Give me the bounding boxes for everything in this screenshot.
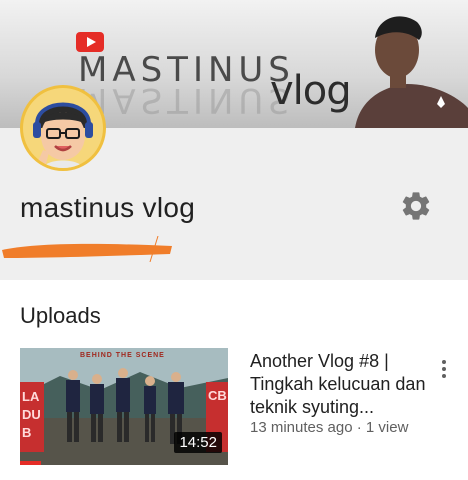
thumbnail-right-text: CB (208, 388, 227, 403)
video-title[interactable]: Another Vlog #8 | Tingkah kelucuan dan t… (250, 350, 426, 419)
banner-vlog-text: vlog (270, 68, 352, 114)
video-duration: 14:52 (174, 432, 222, 453)
uploads-heading: Uploads (20, 303, 101, 328)
thumbnail-left-text: LA DUB (22, 389, 41, 440)
more-vert-icon[interactable] (436, 358, 452, 382)
orange-scribble (2, 236, 172, 262)
banner-brand-reflection: MASTINUS (78, 80, 295, 120)
gear-icon[interactable] (399, 189, 433, 223)
channel-name: mastinus vlog (20, 192, 196, 223)
channel-avatar[interactable] (20, 85, 106, 171)
thumbnail-caption: BEHIND THE SCENE (80, 352, 165, 359)
video-thumbnail[interactable]: BEHIND THE SCENE LA DUB CB 14:52 (20, 348, 228, 465)
video-list-item[interactable]: BEHIND THE SCENE LA DUB CB 14:52 Another… (20, 348, 460, 466)
banner-person-photo (355, 16, 468, 128)
youtube-play-icon (76, 32, 104, 52)
video-meta: 13 minutes ago · 1 view (250, 419, 409, 436)
cartoon-avatar-icon (23, 88, 103, 168)
watch-progress-bar (20, 461, 41, 465)
